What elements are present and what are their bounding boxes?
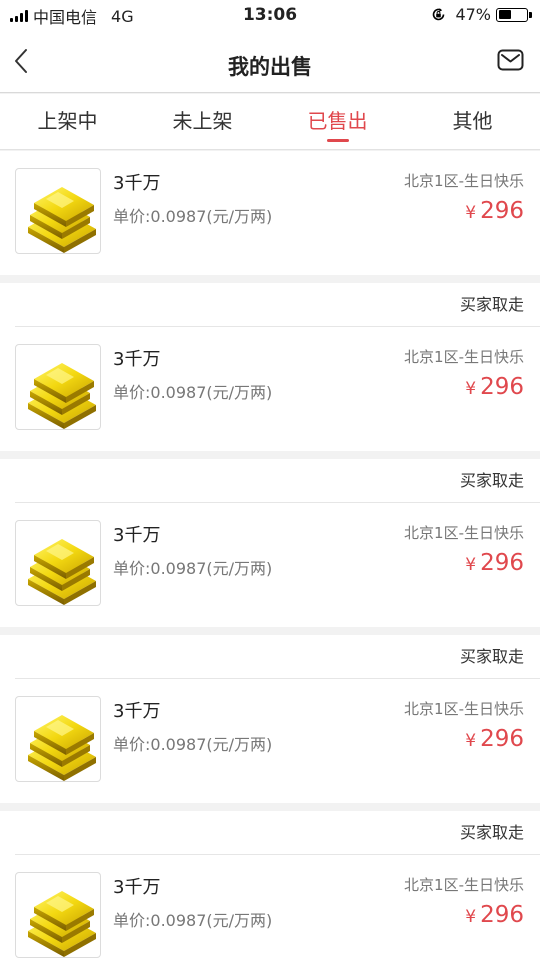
currency-symbol: ¥	[465, 379, 477, 399]
order-list: 3千万单价:0.0987(元/万两)北京1区-生日快乐¥296买家取走	[0, 151, 540, 960]
order-card[interactable]: 3千万单价:0.0987(元/万两) 北京1区-生日快乐 ¥296	[0, 151, 540, 275]
tab-sold[interactable]: 已售出	[270, 94, 405, 149]
order-status: 买家取走	[15, 811, 540, 855]
order-card[interactable]: 买家取走 3千万 单价:0.0987(元/万两) 北京1区-生日快乐 ¥ 296	[0, 283, 540, 451]
order-card[interactable]: 买家取走 3千万 单价:0.0987(元/万两) 北京1区-生日快乐 ¥ 296	[0, 635, 540, 803]
server-name: 北京1区-生日快乐	[404, 172, 524, 190]
status-right: 47%	[431, 5, 532, 24]
gold-bars-icon	[15, 872, 101, 958]
item-name: 3千万	[113, 173, 161, 194]
tab-bar: 上架中 未上架 已售出 其他	[0, 94, 540, 150]
item-price: ¥296	[465, 550, 524, 576]
server-name: 北京1区-生日快乐	[404, 876, 524, 894]
unit-price: 单价:0.0987(元/万两)	[113, 207, 273, 226]
unit-price: 单价:0.0987(元/万两)	[113, 559, 273, 578]
server-name: 北京1区-生日快乐	[404, 524, 524, 542]
nav-bar: 我的出售	[0, 32, 540, 93]
item-price: ¥296	[465, 902, 524, 928]
tab-on-sale[interactable]: 上架中	[0, 94, 135, 149]
gold-bars-icon	[15, 520, 101, 606]
gold-bars-icon	[15, 168, 101, 254]
item-price: ¥296	[465, 198, 524, 224]
battery-percent: 47%	[455, 5, 491, 24]
server-name: 北京1区-生日快乐	[404, 700, 524, 718]
price-amount: 296	[480, 726, 524, 752]
order-body[interactable]: 3千万单价:0.0987(元/万两) 北京1区-生日快乐 ¥296	[0, 151, 540, 275]
order-card[interactable]: 买家取走 3千万 单价:0.0987(元/万两) 北京1区-生日快乐 ¥ 296	[0, 811, 540, 960]
currency-symbol: ¥	[465, 203, 477, 223]
order-status: 买家取走	[15, 459, 540, 503]
price-amount: 296	[480, 902, 524, 928]
server-name: 北京1区-生日快乐	[404, 348, 524, 366]
currency-symbol: ¥	[465, 731, 477, 751]
unit-price: 单价:0.0987(元/万两)	[113, 383, 273, 402]
order-body[interactable]: 3千万单价:0.0987(元/万两) 北京1区-生日快乐 ¥296	[0, 503, 540, 627]
unit-price: 单价:0.0987(元/万两)	[113, 735, 273, 754]
order-status: 买家取走	[15, 283, 540, 327]
order-body[interactable]: 3千万单价:0.0987(元/万两) 北京1区-生日快乐 ¥296	[0, 855, 540, 960]
currency-symbol: ¥	[465, 555, 477, 575]
mail-icon[interactable]	[497, 49, 524, 71]
gold-bars-icon	[15, 344, 101, 430]
price-amount: 296	[480, 374, 524, 400]
order-body[interactable]: 3千万单价:0.0987(元/万两) 北京1区-生日快乐 ¥296	[0, 679, 540, 803]
battery-fill	[498, 10, 511, 19]
item-name: 3千万	[113, 349, 161, 370]
battery-icon	[496, 7, 532, 22]
tab-not-listed[interactable]: 未上架	[135, 94, 270, 149]
item-name: 3千万	[113, 877, 161, 898]
orientation-lock-icon	[431, 7, 446, 22]
tab-other[interactable]: 其他	[405, 94, 540, 149]
order-card[interactable]: 买家取走 3千万 单价:0.0987(元/万两) 北京1区-生日快乐 ¥ 296	[0, 459, 540, 627]
unit-price: 单价:0.0987(元/万两)	[113, 911, 273, 930]
page-title: 我的出售	[228, 55, 312, 79]
item-name: 3千万	[113, 525, 161, 546]
order-body[interactable]: 3千万单价:0.0987(元/万两) 北京1区-生日快乐 ¥296	[0, 327, 540, 451]
status-bar: 中国电信 4G 13:06 47%	[0, 0, 540, 32]
item-name: 3千万	[113, 701, 161, 722]
price-amount: 296	[480, 550, 524, 576]
currency-symbol: ¥	[465, 907, 477, 927]
order-status: 买家取走	[15, 635, 540, 679]
item-price: ¥296	[465, 374, 524, 400]
gold-bars-icon	[15, 696, 101, 782]
item-price: ¥296	[465, 726, 524, 752]
price-amount: 296	[480, 198, 524, 224]
